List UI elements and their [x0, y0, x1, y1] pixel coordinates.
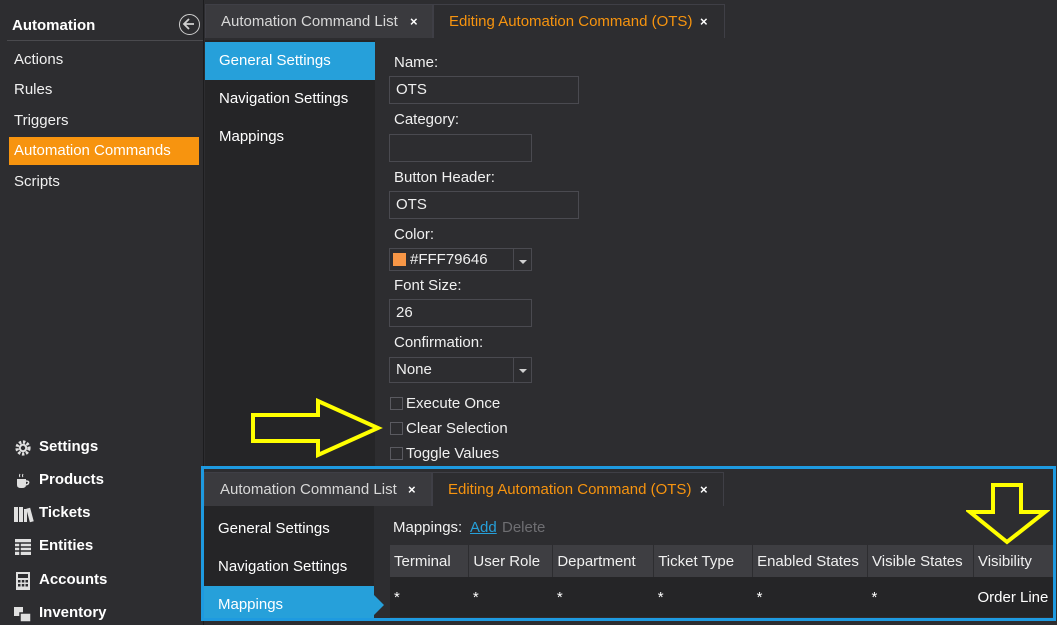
close-icon[interactable]: ×: [408, 473, 416, 507]
tab-automation-command-list[interactable]: Automation Command List ×: [205, 4, 433, 38]
grid-icon: [13, 537, 33, 555]
chevron-down-icon[interactable]: [513, 249, 531, 270]
cell-visible-states[interactable]: *: [867, 577, 974, 617]
cell-enabled-states[interactable]: *: [752, 577, 868, 617]
nav-navigation-settings[interactable]: Navigation Settings: [205, 80, 375, 118]
cell-visibility[interactable]: Order Line: [973, 577, 1053, 617]
sidebar-item-actions[interactable]: Actions: [9, 46, 199, 74]
category-input[interactable]: [389, 134, 532, 162]
tab-label: Editing Automation Command (OTS): [449, 13, 693, 30]
clear-selection-checkbox[interactable]: [390, 422, 403, 435]
column-header-user-role[interactable]: User Role: [468, 545, 554, 577]
books-icon: [13, 504, 34, 523]
document-tabbar: Automation Command List × Editing Automa…: [205, 0, 1057, 38]
tab-label: Automation Command List: [220, 481, 397, 498]
close-icon[interactable]: ×: [700, 473, 708, 507]
tab-automation-command-list[interactable]: Automation Command List ×: [204, 472, 432, 506]
nav-mappings[interactable]: Mappings: [205, 118, 375, 156]
add-mapping-link[interactable]: Add: [470, 519, 497, 536]
general-settings-form: Name: OTS Category: Button Header: OTS C…: [375, 40, 1057, 466]
sidebar-bottom-label: Accounts: [39, 571, 108, 588]
tab-editing-automation-command[interactable]: Editing Automation Command (OTS) ×: [433, 4, 725, 38]
nav-mappings[interactable]: Mappings: [204, 586, 384, 618]
sidebar-bottom-label: Settings: [39, 438, 99, 455]
tab-editing-automation-command[interactable]: Editing Automation Command (OTS) ×: [432, 472, 724, 506]
column-header-enabled-states[interactable]: Enabled States: [752, 545, 869, 577]
column-header-ticket-type[interactable]: Ticket Type: [653, 545, 754, 577]
sidebar-bottom-label: Products: [39, 471, 105, 488]
mappings-table: Terminal User Role Department Ticket Typ…: [390, 545, 1053, 617]
column-header-visibility[interactable]: Visibility: [973, 545, 1053, 577]
sidebar-item-scripts[interactable]: Scripts: [9, 168, 199, 196]
sidebar-bottom-settings[interactable]: Settings: [11, 432, 203, 462]
color-picker[interactable]: #FFF79646: [389, 248, 532, 271]
sidebar-item-triggers[interactable]: Triggers: [9, 107, 199, 135]
cell-user-role[interactable]: *: [468, 577, 553, 617]
sidebar-item-automation-commands[interactable]: Automation Commands: [9, 137, 199, 165]
cell-terminal[interactable]: *: [390, 577, 469, 617]
mappings-screenshot-overlay: Automation Command List × Editing Automa…: [201, 466, 1056, 621]
execute-once-label: Execute Once: [406, 395, 501, 412]
sidebar-header: Automation: [7, 8, 203, 40]
sidebar-bottom-label: Tickets: [39, 504, 91, 521]
sidebar-bottom-products[interactable]: Products: [11, 465, 203, 495]
font-size-input[interactable]: 26: [389, 299, 532, 327]
cell-ticket-type[interactable]: *: [653, 577, 753, 617]
table-header-row: Terminal User Role Department Ticket Typ…: [390, 545, 1053, 577]
nav-navigation-settings[interactable]: Navigation Settings: [204, 548, 374, 586]
coffee-cup-icon: [13, 471, 33, 489]
table-row[interactable]: * * * * * * Order Line: [390, 577, 1053, 617]
sidebar-title: Automation: [12, 17, 96, 34]
execute-once-checkbox[interactable]: [390, 397, 403, 410]
tab-label: Automation Command List: [221, 13, 398, 30]
close-icon[interactable]: ×: [700, 5, 708, 39]
annotation-arrow-down-icon: [966, 483, 1050, 545]
button-header-label: Button Header:: [394, 169, 495, 186]
sidebar-divider: [7, 40, 203, 41]
sidebar-bottom-tickets[interactable]: Tickets: [11, 498, 203, 528]
button-header-input[interactable]: OTS: [389, 191, 579, 219]
tab-label: Editing Automation Command (OTS): [448, 481, 692, 498]
sidebar-bottom-label: Inventory: [39, 604, 107, 621]
delete-mapping-link[interactable]: Delete: [502, 519, 545, 536]
font-size-label: Font Size:: [394, 277, 462, 294]
sidebar-item-rules[interactable]: Rules: [9, 76, 199, 104]
nav-general-settings[interactable]: General Settings: [204, 510, 374, 548]
sidebar-bottom-inventory[interactable]: Inventory: [11, 598, 203, 625]
annotation-arrow-right-icon: [251, 398, 383, 458]
confirmation-select[interactable]: None: [389, 357, 532, 383]
sidebar-bottom-accounts[interactable]: Accounts: [11, 565, 203, 595]
chevron-down-icon[interactable]: [513, 358, 531, 382]
sidebar-bottom-label: Entities: [39, 537, 94, 554]
name-label: Name:: [394, 54, 439, 71]
mappings-label: Mappings:: [393, 519, 463, 536]
column-header-visible-states[interactable]: Visible States: [867, 545, 974, 577]
category-label: Category:: [394, 111, 460, 128]
calculator-icon: [13, 571, 33, 590]
toggle-values-checkbox[interactable]: [390, 447, 403, 460]
overlay-tabbar: Automation Command List × Editing Automa…: [204, 469, 1053, 507]
boxes-icon: [13, 604, 33, 623]
confirmation-label: Confirmation:: [394, 334, 484, 351]
sidebar: Automation Actions Rules Triggers Automa…: [0, 0, 204, 625]
cell-department[interactable]: *: [552, 577, 654, 617]
color-swatch: [393, 253, 406, 266]
nav-general-settings[interactable]: General Settings: [205, 42, 385, 80]
column-header-department[interactable]: Department: [552, 545, 655, 577]
column-header-terminal[interactable]: Terminal: [390, 545, 470, 577]
back-arrow-circle-icon[interactable]: [179, 14, 200, 35]
sidebar-bottom-entities[interactable]: Entities: [11, 531, 203, 561]
clear-selection-label: Clear Selection: [406, 420, 508, 437]
color-label: Color:: [394, 226, 435, 243]
close-icon[interactable]: ×: [410, 5, 418, 39]
name-input[interactable]: OTS: [389, 76, 579, 104]
gear-icon: [13, 438, 33, 456]
confirmation-value: None: [396, 361, 432, 378]
toggle-values-label: Toggle Values: [406, 445, 500, 462]
color-value: #FFF79646: [410, 251, 488, 268]
